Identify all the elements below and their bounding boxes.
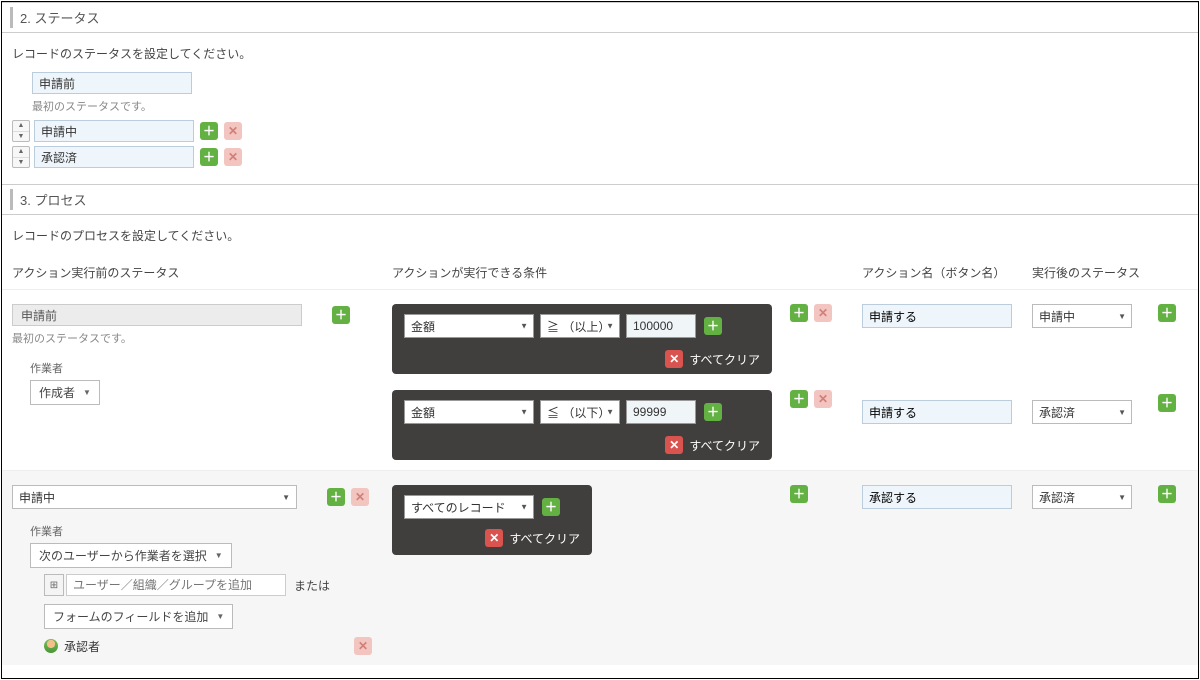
caret-down-icon: ▼ <box>606 322 614 331</box>
condition-box: すべてのレコード▼ ＋ ✕ すべてクリア <box>392 485 592 555</box>
remove-approver-button[interactable]: ✕ <box>354 637 372 655</box>
caret-down-icon: ▼ <box>215 551 223 560</box>
section-2-desc: レコードのステータスを設定してください。 <box>12 45 1188 62</box>
caret-down-icon: ▼ <box>606 408 614 417</box>
remove-action-button[interactable]: ✕ <box>814 304 832 322</box>
approver-label: 承認者 <box>64 638 100 655</box>
condition-field-select[interactable]: すべてのレコード▼ <box>404 495 534 519</box>
process-row: 申請中▼ ＋ ✕ 作業者次のユーザーから作業者を選択▼ ⊞ またはフォームのフィールドを追… <box>2 470 1198 665</box>
caret-down-icon: ▼ <box>83 388 91 397</box>
add-row-button[interactable]: ＋ <box>332 306 350 324</box>
worker-select[interactable]: 作成者▼ <box>30 380 100 405</box>
action-name-input[interactable] <box>862 400 1012 424</box>
clear-conditions-label: すべてクリア <box>509 530 580 547</box>
header-cond: アクションが実行できる条件 <box>392 264 862 281</box>
condition-box: 金額▼≧ （以上）▼ ＋ ✕ すべてクリア <box>392 304 772 374</box>
pre-status-disabled: 申請前 <box>12 304 302 326</box>
header-pre: アクション実行前のステータス <box>12 264 392 281</box>
reorder-handle[interactable]: ▲▼ <box>12 120 30 142</box>
caret-down-icon: ▼ <box>520 408 528 417</box>
section-3-header: 3. プロセス <box>2 184 1198 215</box>
add-condition-button[interactable]: ＋ <box>704 403 722 421</box>
add-status-button[interactable]: ＋ <box>200 148 218 166</box>
clear-conditions-label: すべてクリア <box>689 351 760 368</box>
pre-status-select[interactable]: 申請中▼ <box>12 485 297 509</box>
add-action-button[interactable]: ＋ <box>790 485 808 503</box>
remove-status-button[interactable]: ✕ <box>224 122 242 140</box>
add-action-button[interactable]: ＋ <box>790 390 808 408</box>
section-3-desc: レコードのプロセスを設定してください。 <box>2 227 1198 254</box>
condition-box: 金額▼≦ （以下）▼ ＋ ✕ すべてクリア <box>392 390 772 460</box>
section-2-header: 2. ステータス <box>2 2 1198 33</box>
worker-label: 作業者 <box>30 360 392 376</box>
user-icon <box>44 639 58 653</box>
clear-conditions-button[interactable]: ✕ <box>665 350 683 368</box>
org-search-input[interactable] <box>66 574 286 596</box>
clear-conditions-button[interactable]: ✕ <box>485 529 503 547</box>
caret-down-icon: ▼ <box>1118 312 1126 321</box>
org-tree-icon[interactable]: ⊞ <box>44 574 64 596</box>
remove-status-button[interactable]: ✕ <box>224 148 242 166</box>
post-status-select[interactable]: 承認済▼ <box>1032 485 1132 509</box>
arrow-up-icon[interactable]: ▲ <box>13 121 29 132</box>
status-input-first[interactable] <box>32 72 192 94</box>
add-status-button[interactable]: ＋ <box>200 122 218 140</box>
arrow-up-icon[interactable]: ▲ <box>13 147 29 158</box>
worker-select[interactable]: 次のユーザーから作業者を選択▼ <box>30 543 232 568</box>
arrow-down-icon[interactable]: ▼ <box>13 132 29 142</box>
action-name-input[interactable] <box>862 304 1012 328</box>
post-status-select[interactable]: 申請中▼ <box>1032 304 1132 328</box>
caret-down-icon: ▼ <box>520 322 528 331</box>
header-name: アクション名（ボタン名） <box>862 264 1032 281</box>
status-input[interactable] <box>34 120 194 142</box>
condition-op-select[interactable]: ≧ （以上）▼ <box>540 314 620 338</box>
clear-conditions-label: すべてクリア <box>689 437 760 454</box>
condition-value-input[interactable] <box>626 314 696 338</box>
add-post-row-button[interactable]: ＋ <box>1158 304 1176 322</box>
add-post-row-button[interactable]: ＋ <box>1158 485 1176 503</box>
first-status-hint: 最初のステータスです。 <box>32 98 1188 114</box>
add-action-button[interactable]: ＋ <box>790 304 808 322</box>
form-field-select[interactable]: フォームのフィールドを追加▼ <box>44 604 233 629</box>
add-row-button[interactable]: ＋ <box>327 488 345 506</box>
arrow-down-icon[interactable]: ▼ <box>13 158 29 168</box>
section-3-title: 3. プロセス <box>20 193 86 208</box>
section-2-title: 2. ステータス <box>20 11 99 26</box>
status-input[interactable] <box>34 146 194 168</box>
process-row: 申請前＋最初のステータスです。作業者作成者▼金額▼≧ （以上）▼＋✕すべてクリア… <box>2 289 1198 470</box>
header-post: 実行後のステータス <box>1032 264 1152 281</box>
remove-row-button[interactable]: ✕ <box>351 488 369 506</box>
pre-status-hint: 最初のステータスです。 <box>12 330 392 346</box>
or-label: または <box>294 577 330 594</box>
condition-field-select[interactable]: 金額▼ <box>404 400 534 424</box>
condition-op-select[interactable]: ≦ （以下）▼ <box>540 400 620 424</box>
caret-down-icon: ▼ <box>520 503 528 512</box>
post-status-select[interactable]: 承認済▼ <box>1032 400 1132 424</box>
add-post-row-button[interactable]: ＋ <box>1158 394 1176 412</box>
remove-action-button[interactable]: ✕ <box>814 390 832 408</box>
condition-value-input[interactable] <box>626 400 696 424</box>
caret-down-icon: ▼ <box>1118 493 1126 502</box>
worker-label: 作業者 <box>30 523 392 539</box>
add-condition-button[interactable]: ＋ <box>542 498 560 516</box>
reorder-handle[interactable]: ▲▼ <box>12 146 30 168</box>
process-headers: アクション実行前のステータスアクションが実行できる条件アクション名（ボタン名）実… <box>2 264 1198 289</box>
condition-field-select[interactable]: 金額▼ <box>404 314 534 338</box>
add-condition-button[interactable]: ＋ <box>704 317 722 335</box>
caret-down-icon: ▼ <box>216 612 224 621</box>
clear-conditions-button[interactable]: ✕ <box>665 436 683 454</box>
caret-down-icon: ▼ <box>282 493 290 502</box>
action-name-input[interactable] <box>862 485 1012 509</box>
caret-down-icon: ▼ <box>1118 408 1126 417</box>
